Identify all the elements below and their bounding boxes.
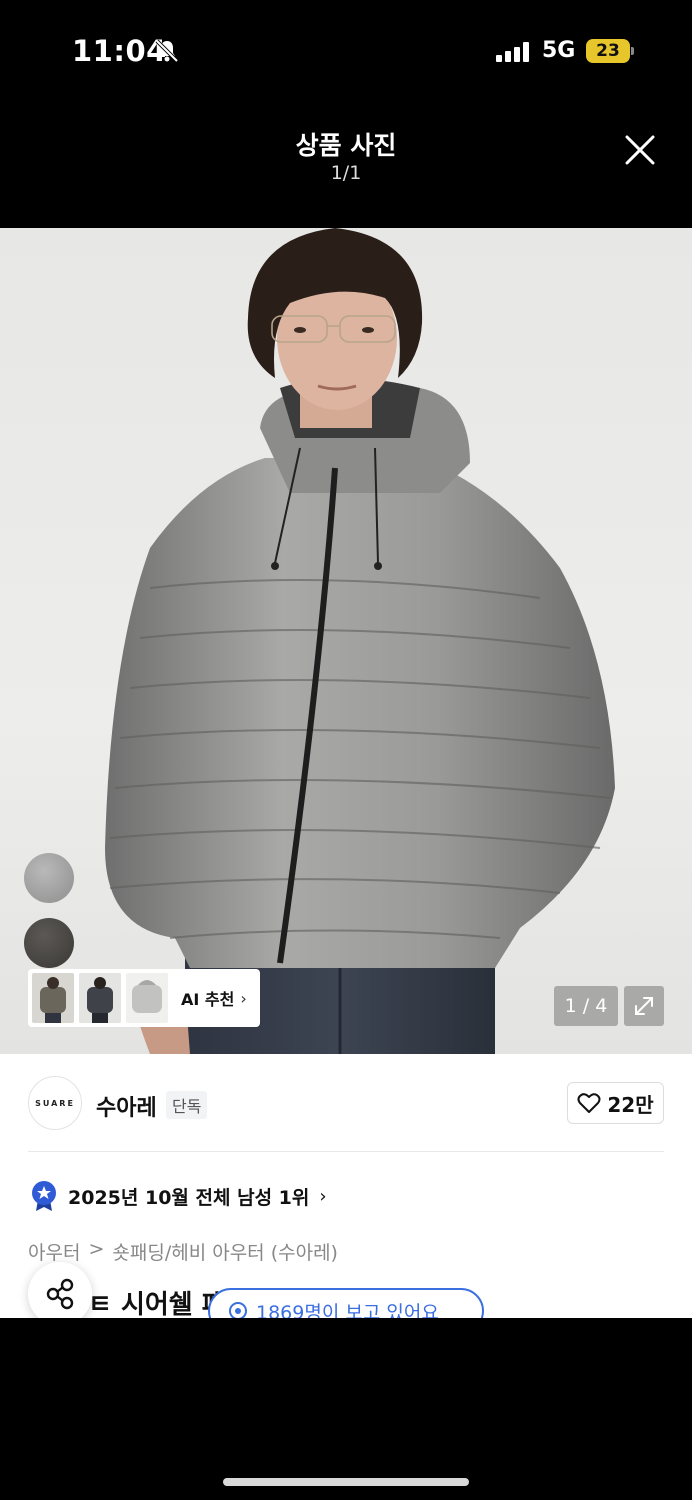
ai-thumb-3 [126,973,168,1023]
breadcrumb-separator: > [88,1238,105,1260]
viewer-title: 상품 사진 [295,131,397,160]
model-image [105,228,615,1054]
color-swatch-gray[interactable] [24,853,74,903]
status-time: 11:04 [72,34,167,68]
viewer-counter: 1/1 [330,162,362,184]
ai-recommend-label: AI 추천 [181,990,235,1009]
close-icon[interactable] [620,130,660,170]
network-type: 5G [542,38,576,63]
battery-tip [631,47,634,55]
share-icon [46,1278,74,1310]
ranking-link[interactable]: 2025년 10월 전체 남성 1위 › [30,1180,327,1212]
photo-page-indicator: 1 / 4 [554,986,618,1026]
viewers-text: 1869명이 보고 있어요 [256,1301,439,1319]
chevron-right-icon: › [319,1185,327,1207]
ai-thumb-2 [79,973,121,1023]
eye-icon [229,1302,247,1318]
product-title: ㅌ 시어쉘 패 [88,1290,226,1318]
bell-off-icon [155,39,179,63]
share-button[interactable] [28,1262,92,1318]
status-bar: 11:04 5G 23 [0,0,692,100]
viewers-badge: 1869명이 보고 있어요 [208,1288,484,1318]
ai-thumb-1 [32,973,74,1023]
breadcrumb: 아우터 > 숏패딩/헤비 아우터 (수아레) [28,1238,338,1265]
heart-icon [577,1093,601,1113]
brand-name[interactable]: 수아레 [96,1090,157,1122]
exclusive-badge: 단독 [166,1091,208,1119]
ranking-text: 2025년 10월 전체 남성 1위 [68,1186,310,1209]
expand-icon[interactable] [624,986,664,1026]
rank-badge-icon [32,1181,56,1211]
product-info: SUARE 수아레 단독 22만 2025년 10월 전체 남성 1위 › 아우… [0,1054,692,1318]
breadcrumb-category[interactable]: 아우터 [28,1238,80,1265]
brand-logo[interactable]: SUARE [28,1076,82,1130]
product-photo[interactable]: AI 추천 › 1 / 4 [0,228,692,1054]
home-indicator[interactable] [223,1478,469,1486]
ai-recommend-button[interactable]: AI 추천 › [28,969,260,1027]
like-count: 22만 [607,1092,654,1117]
divider [28,1151,664,1152]
signal-icon [496,42,532,62]
breadcrumb-subcategory[interactable]: 숏패딩/헤비 아우터 (수아레) [112,1238,338,1265]
viewer-header: 상품 사진 1/1 [0,110,692,220]
color-swatch-charcoal[interactable] [24,918,74,968]
chevron-right-icon: › [240,988,247,1008]
like-button[interactable]: 22만 [567,1082,664,1124]
battery-icon: 23 [586,39,630,63]
